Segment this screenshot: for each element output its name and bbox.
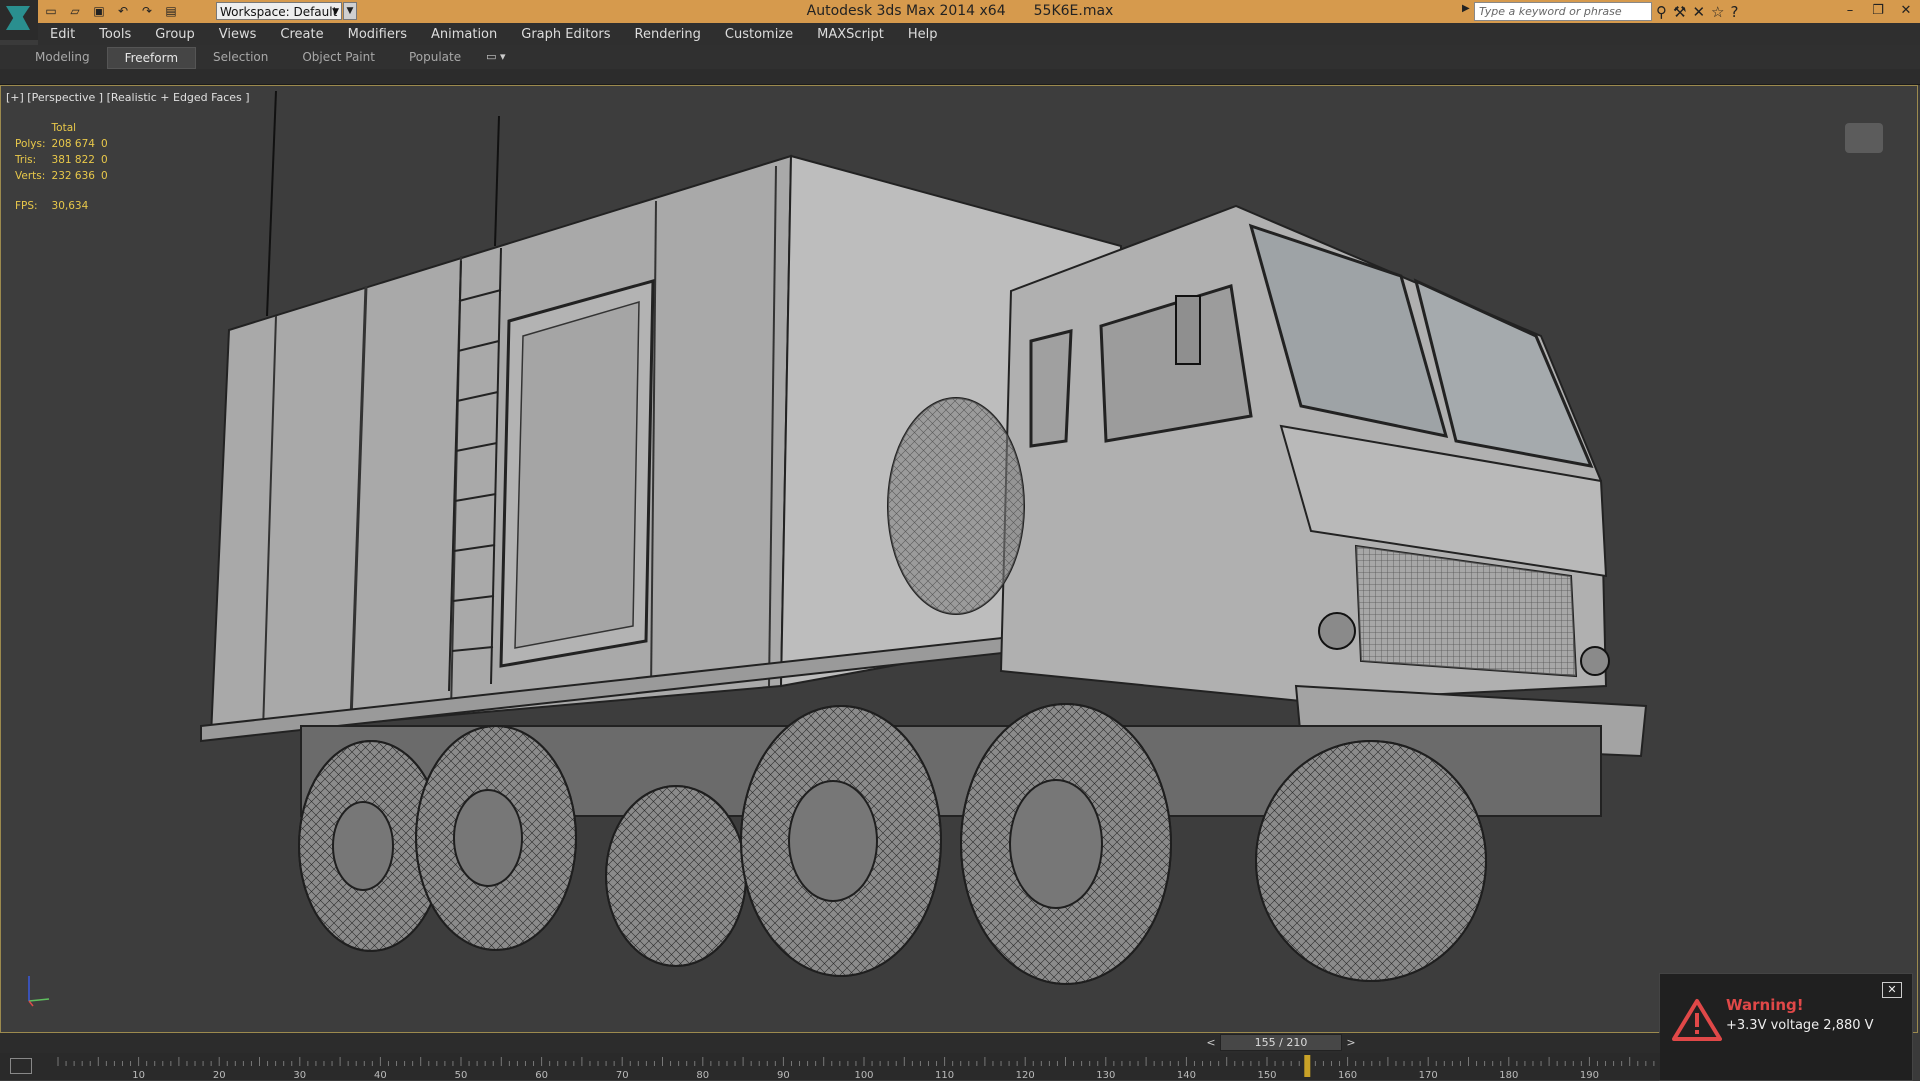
stats-total: 232 636	[51, 170, 95, 182]
close-icon[interactable]: ✕	[1882, 982, 1902, 998]
menu-animation[interactable]: Animation	[419, 27, 509, 42]
trackbar-tick-label: 110	[935, 1070, 954, 1080]
subscription-icon[interactable]: ⚒	[1673, 3, 1686, 21]
trackbar-tick-label: 90	[777, 1070, 790, 1080]
close-button[interactable]: ✕	[1892, 0, 1920, 21]
time-slider-next-button[interactable]: >	[1344, 1034, 1358, 1051]
warning-notification: ✕ Warning! +3.3V voltage 2,880 V	[1659, 973, 1913, 1081]
menu-graph-editors[interactable]: Graph Editors	[509, 27, 622, 42]
truck-wireframe-model	[200, 90, 1648, 985]
trackbar-ruler: 10 20 30 40 50 60 70 80 90 100 110 120 130 140 150 160 1…	[57, 1055, 1655, 1080]
save-file-icon[interactable]: ▣	[88, 2, 110, 20]
tab-selection[interactable]: Selection	[196, 47, 285, 67]
menu-customize[interactable]: Customize	[713, 27, 805, 42]
trackbar-tick-label: 40	[374, 1070, 387, 1080]
quick-access-menu-button[interactable]: ▼	[343, 2, 357, 20]
redo-icon[interactable]: ↷	[136, 2, 158, 20]
time-slider-prev-button[interactable]: <	[1204, 1034, 1218, 1051]
minimize-button[interactable]: –	[1836, 0, 1864, 21]
stats-selected: 0	[100, 138, 108, 150]
menu-create[interactable]: Create	[268, 27, 335, 42]
favorites-icon[interactable]: ☆	[1711, 3, 1724, 21]
search-input[interactable]: Type a keyword or phrase	[1474, 2, 1652, 21]
chevron-down-icon: ▼	[332, 7, 339, 17]
trackbar-tick-label: 70	[616, 1070, 629, 1080]
menu-modifiers[interactable]: Modifiers	[336, 27, 419, 42]
search-expand-icon[interactable]: ▶	[1462, 3, 1470, 14]
warning-triangle-icon	[1672, 999, 1722, 1041]
help-icon[interactable]: ?	[1730, 3, 1738, 21]
binoculars-icon[interactable]: ⚲	[1656, 3, 1667, 21]
restore-button[interactable]: ❐	[1864, 0, 1892, 21]
max-logo-icon	[6, 6, 30, 30]
stats-selected: 0	[100, 154, 108, 166]
stats-total: 381 822	[51, 154, 95, 166]
trackbar-tick-label: 80	[696, 1070, 709, 1080]
info-center-toolbar: ⚲ ⚒ ✕ ☆ ?	[1656, 0, 1738, 23]
trackbar-tick-label: 180	[1499, 1070, 1518, 1080]
stats-header: Total	[51, 122, 77, 134]
time-slider-track[interactable]	[0, 1033, 1660, 1053]
viewcube-icon[interactable]	[1845, 123, 1883, 153]
menu-rendering[interactable]: Rendering	[623, 27, 713, 42]
ribbon-options-icon[interactable]: ▭ ▾	[478, 47, 513, 69]
trackbar-tick-label: 30	[293, 1070, 306, 1080]
trackbar-tick-label: 120	[1016, 1070, 1035, 1080]
trackbar-tick-label: 190	[1580, 1070, 1599, 1080]
fps-label: FPS:	[15, 200, 38, 212]
statistics-overlay: Total Polys: 208 674 0 Tris: 381 822 0 Verts…	[15, 121, 114, 215]
trackbar-tick-label: 140	[1177, 1070, 1196, 1080]
stats-label: Polys:	[15, 138, 46, 150]
communication-icon[interactable]: ✕	[1692, 3, 1705, 21]
tab-freeform[interactable]: Freeform	[106, 47, 197, 69]
stats-blank	[15, 121, 52, 137]
stats-total: 208 674	[51, 138, 95, 150]
trackbar-tick-label: 60	[535, 1070, 548, 1080]
trackbar-tick-label: 160	[1338, 1070, 1357, 1080]
open-file-icon[interactable]: ▱	[64, 2, 86, 20]
project-folder-icon[interactable]: ▤	[160, 2, 182, 20]
time-slider-display[interactable]: 155 / 210	[1220, 1034, 1342, 1051]
axis-tripod-icon	[28, 976, 50, 1007]
stats-blank	[101, 121, 114, 137]
stats-selected: 0	[100, 170, 108, 182]
trackbar-tick-label: 100	[854, 1070, 873, 1080]
warning-title: Warning!	[1726, 996, 1804, 1014]
menu-edit[interactable]: Edit	[38, 27, 87, 42]
fps-value: 30,634	[51, 200, 89, 212]
warning-message: +3.3V voltage 2,880 V	[1726, 1018, 1874, 1033]
workspace-dropdown[interactable]: Workspace: Default ▼	[216, 2, 342, 20]
ribbon: Modeling Freeform Selection Object Paint…	[0, 45, 1920, 70]
menu-maxscript[interactable]: MAXScript	[805, 27, 896, 42]
new-file-icon[interactable]: ▭	[40, 2, 62, 20]
tab-populate[interactable]: Populate	[392, 47, 478, 67]
tab-object-paint[interactable]: Object Paint	[285, 47, 392, 67]
trackbar-tick-label: 150	[1257, 1070, 1276, 1080]
trackbar-tick-label: 20	[213, 1070, 226, 1080]
trackbar-tick-label: 50	[455, 1070, 468, 1080]
trackbar-tick-label: 10	[132, 1070, 145, 1080]
perspective-viewport[interactable]: [+] [Perspective ] [Realistic + Edged Fa…	[0, 85, 1918, 1033]
undo-icon[interactable]: ↶	[112, 2, 134, 20]
stats-label: Verts:	[15, 170, 46, 182]
quick-access-toolbar: ▭ ▱ ▣ ↶ ↷ ▤	[40, 1, 182, 21]
viewport-label[interactable]: [+] [Perspective ] [Realistic + Edged Fa…	[6, 91, 250, 104]
menu-help[interactable]: Help	[896, 27, 950, 42]
window-controls: – ❐ ✕	[1836, 0, 1920, 23]
app-logo-button[interactable]	[0, 0, 38, 40]
ribbon-panel-strip	[0, 69, 1920, 85]
menu-bar: Edit Tools Group Views Create Modifiers …	[38, 23, 1920, 45]
trackbar-tick-label: 170	[1419, 1070, 1438, 1080]
menu-group[interactable]: Group	[143, 27, 207, 42]
tab-modeling[interactable]: Modeling	[18, 47, 107, 67]
current-frame-marker[interactable]	[1304, 1055, 1311, 1077]
workspace-label: Workspace: Default	[220, 5, 338, 19]
trackbar-tick-label: 130	[1096, 1070, 1115, 1080]
menu-tools[interactable]: Tools	[87, 27, 143, 42]
menu-views[interactable]: Views	[207, 27, 269, 42]
stats-label: Tris:	[15, 154, 37, 166]
